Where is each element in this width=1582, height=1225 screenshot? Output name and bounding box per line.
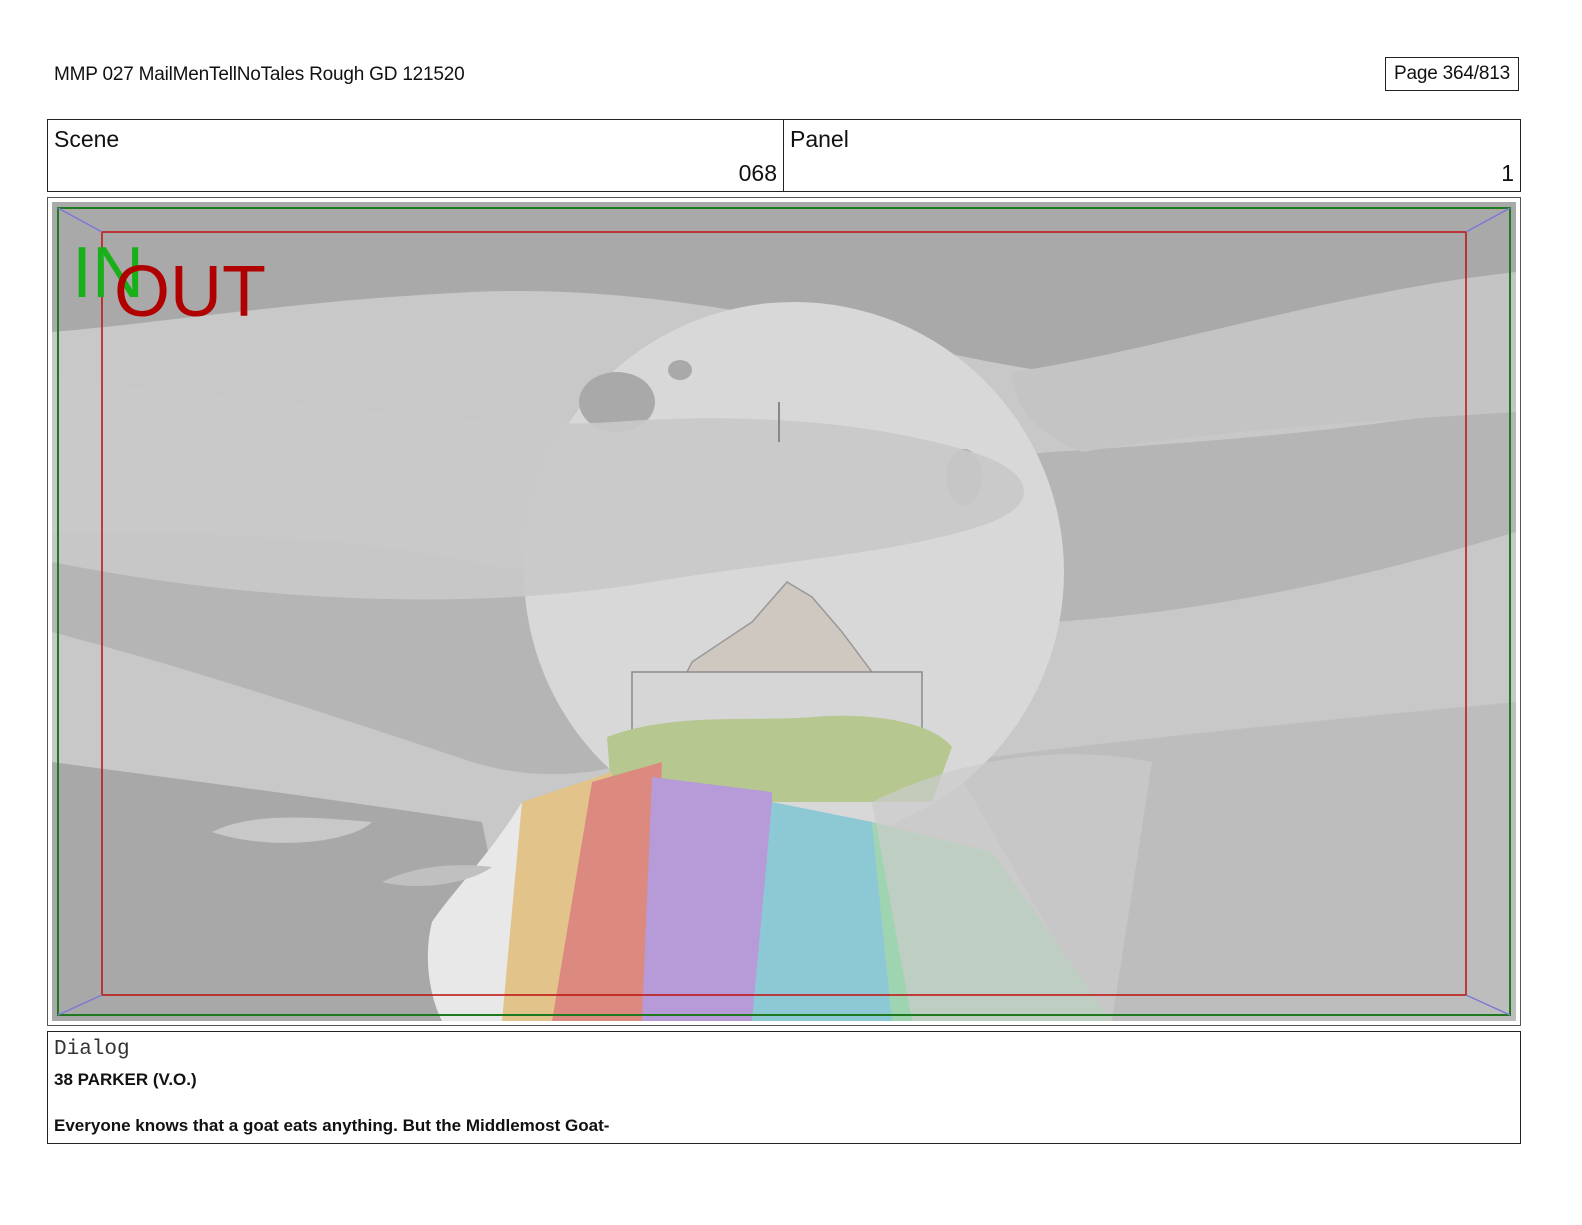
wedge-cyan <box>752 802 892 1021</box>
scene-cell: Scene 068 <box>48 120 784 191</box>
panel-number: 1 <box>1501 160 1514 186</box>
storyboard-drawing: IN OUT <box>52 202 1516 1021</box>
scene-panel-header: Scene 068 Panel 1 <box>47 119 1521 192</box>
storyboard-illustration: IN OUT <box>52 202 1516 1021</box>
document-title: MMP 027 MailMenTellNoTales Rough GD 1215… <box>54 64 465 85</box>
storyboard-frame: IN OUT <box>47 197 1521 1026</box>
page-number-box: Page 364/813 <box>1385 57 1519 91</box>
haze-right <box>872 754 1152 1021</box>
panel-label: Panel <box>790 126 849 152</box>
wedge-purple <box>642 777 772 1021</box>
dialog-label: Dialog <box>54 1038 130 1061</box>
dialog-line: Everyone knows that a goat eats anything… <box>54 1116 610 1135</box>
moon-crater-2 <box>668 360 692 380</box>
dialog-box: Dialog 38 PARKER (V.O.) Everyone knows t… <box>47 1031 1521 1144</box>
out-marker: OUT <box>114 252 266 332</box>
panel-cell: Panel 1 <box>784 120 1520 191</box>
scene-number: 068 <box>738 160 777 186</box>
dialog-speaker: 38 PARKER (V.O.) <box>54 1070 197 1089</box>
scene-label: Scene <box>54 126 120 152</box>
